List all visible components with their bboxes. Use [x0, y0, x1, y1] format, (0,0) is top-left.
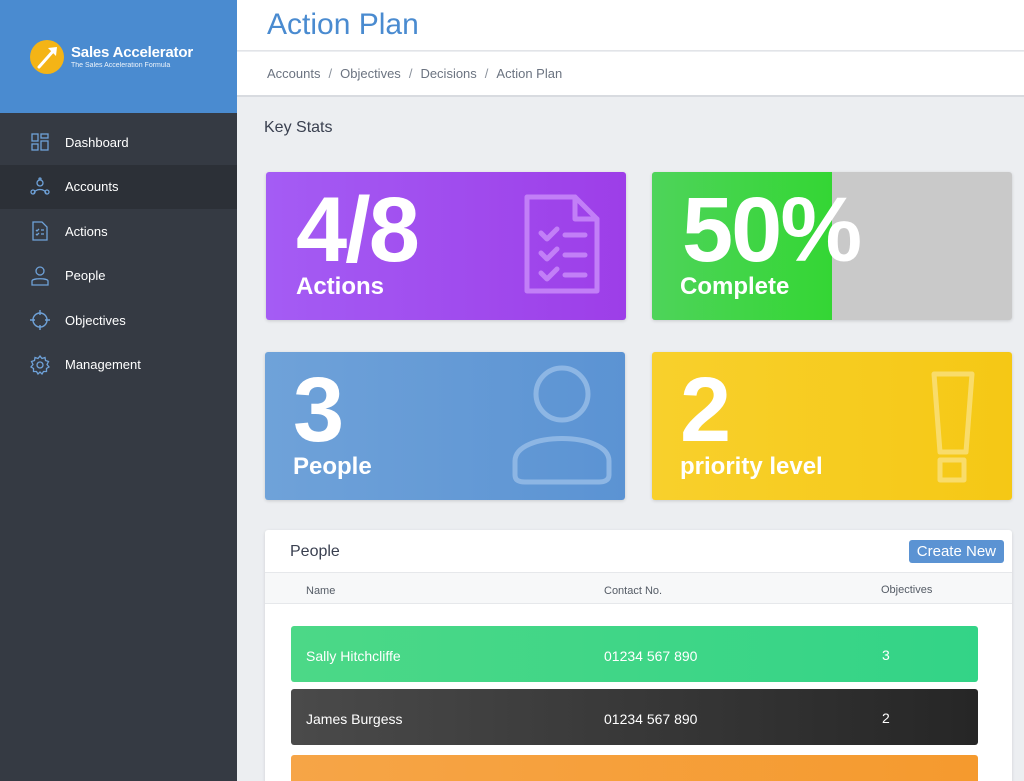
people-count: 3	[293, 359, 344, 461]
person-icon	[511, 365, 613, 490]
person-name: Sally Hitchcliffe	[306, 648, 401, 664]
sidebar-item-label: Objectives	[65, 312, 126, 328]
accounts-icon	[30, 176, 50, 197]
actions-stat-card[interactable]: 4/8 Actions	[266, 172, 626, 320]
priority-stat-card[interactable]: 2 priority level	[652, 352, 1012, 500]
complete-stat-card[interactable]: 50% Complete	[652, 172, 1012, 320]
page-header: Action Plan	[237, 0, 1024, 51]
table-row[interactable]	[291, 755, 978, 781]
sidebar-item-accounts[interactable]: Accounts	[0, 164, 237, 209]
sidebar-item-actions[interactable]: Actions	[0, 209, 237, 253]
priority-label: priority level	[680, 453, 823, 480]
people-panel: People Create New Name Contact No. Objec…	[265, 530, 1012, 781]
table-row[interactable]: Sally Hitchcliffe 01234 567 890 3	[291, 626, 978, 682]
breadcrumb-decisions[interactable]: Decisions	[420, 66, 476, 81]
breadcrumb-separator: /	[328, 66, 333, 81]
sidebar-item-label: Accounts	[65, 179, 119, 194]
sidebar-item-label: People	[65, 268, 106, 283]
priority-value: 2	[680, 359, 731, 461]
page-title: Action Plan	[267, 8, 419, 41]
sidebar: Sales Accelerator The Sales Acceleration…	[0, 0, 237, 781]
table-header: Name Contact No. Objectives	[265, 572, 1012, 604]
breadcrumb: Accounts / Objectives / Decisions / Acti…	[237, 52, 1024, 97]
sidebar-nav: Dashboard Accounts Actions People Object…	[0, 120, 237, 387]
person-contact: 01234 567 890	[604, 648, 698, 664]
column-header-contact[interactable]: Contact No.	[604, 585, 662, 597]
complete-label: Complete	[680, 273, 790, 300]
sidebar-item-dashboard[interactable]: Dashboard	[0, 120, 237, 164]
key-stats-title: Key Stats	[264, 119, 333, 136]
exclamation-icon	[930, 370, 976, 489]
brand-logo[interactable]: Sales Accelerator The Sales Acceleration…	[0, 0, 237, 113]
dashboard-icon	[30, 132, 50, 152]
people-label: People	[293, 453, 372, 480]
people-stat-card[interactable]: 3 People	[265, 352, 625, 500]
person-icon	[30, 265, 50, 286]
breadcrumb-separator: /	[408, 66, 413, 81]
actions-count: 4/8	[296, 179, 420, 281]
column-header-name[interactable]: Name	[306, 585, 335, 597]
gear-icon	[30, 354, 50, 375]
breadcrumb-separator: /	[484, 66, 489, 81]
sidebar-item-people[interactable]: People	[0, 254, 237, 298]
table-row[interactable]: James Burgess 01234 567 890 2	[291, 689, 978, 745]
brand-name: Sales Accelerator	[71, 44, 193, 61]
breadcrumb-accounts[interactable]: Accounts	[267, 66, 320, 81]
crosshair-icon	[30, 310, 50, 330]
person-name: James Burgess	[306, 711, 403, 727]
people-panel-title: People	[290, 543, 340, 560]
brand-tagline: The Sales Acceleration Formula	[71, 62, 171, 69]
create-new-button[interactable]: Create New	[908, 540, 1004, 563]
person-contact: 01234 567 890	[604, 711, 698, 727]
sidebar-item-label: Actions	[65, 223, 108, 239]
sidebar-item-objectives[interactable]: Objectives	[0, 298, 237, 342]
actions-icon	[30, 221, 50, 241]
sidebar-item-management[interactable]: Management	[0, 343, 237, 387]
actions-label: Actions	[296, 273, 385, 300]
sidebar-item-label: Dashboard	[65, 134, 129, 150]
sidebar-item-label: Management	[65, 357, 141, 372]
breadcrumb-action-plan: Action Plan	[496, 66, 563, 81]
person-objectives: 2	[882, 710, 890, 726]
breadcrumb-objectives[interactable]: Objectives	[340, 66, 401, 81]
person-objectives: 3	[882, 647, 890, 663]
checklist-icon	[523, 193, 601, 300]
column-header-objectives[interactable]: Objectives	[881, 584, 932, 596]
logo-icon	[30, 39, 64, 74]
complete-percent: 50%	[682, 179, 862, 281]
